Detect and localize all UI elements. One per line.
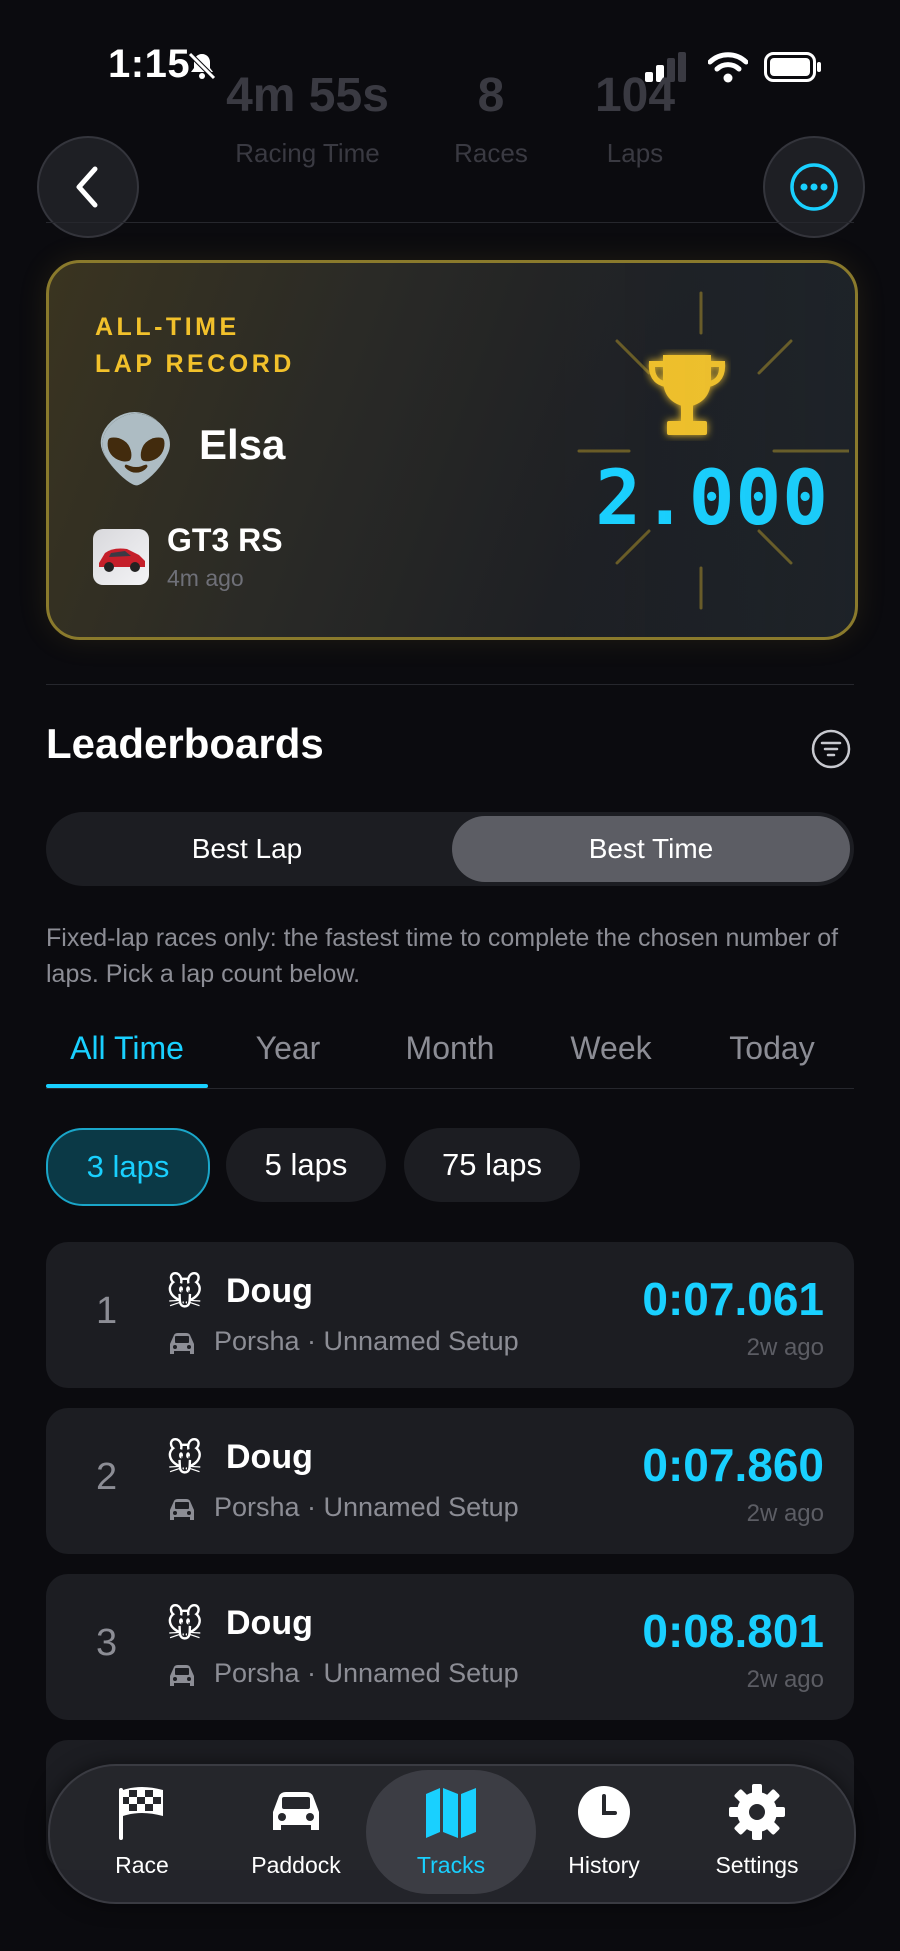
driver-avatar: 🐭	[166, 1272, 204, 1313]
car-thumbnail	[93, 529, 149, 585]
chip-3-laps[interactable]: 3 laps	[46, 1128, 210, 1206]
tab-week[interactable]: Week	[546, 1030, 676, 1067]
chip-75-laps[interactable]: 75 laps	[404, 1128, 580, 1202]
stat-races: 8 Races	[441, 68, 541, 169]
row-rank: 2	[96, 1456, 118, 1498]
filter-icon[interactable]	[811, 729, 851, 769]
leaderboard-row[interactable]: 3 🐭 Doug Porsha · Unnamed Setup 0:08.801…	[46, 1574, 854, 1720]
tab-today[interactable]: Today	[700, 1030, 844, 1067]
sunburst-decoration	[577, 291, 849, 610]
row-time: 0:07.860	[642, 1439, 824, 1491]
status-time: 1:15	[108, 42, 191, 86]
header-divider	[46, 222, 854, 223]
row-time-ago: 2w ago	[746, 1500, 824, 1527]
stat-value: 104	[594, 69, 676, 122]
car-icon	[170, 1499, 194, 1520]
driver-avatar: 🐭	[166, 1604, 204, 1645]
leaderboard-row[interactable]: 1 🐭 Doug Porsha · Unnamed Setup 0:07.061…	[46, 1242, 854, 1388]
nav-paddock[interactable]: Paddock	[221, 1782, 371, 1879]
gear-icon	[729, 1784, 785, 1840]
nav-label: Paddock	[251, 1852, 341, 1878]
nav-label: Race	[115, 1852, 169, 1878]
nav-history[interactable]: History	[529, 1782, 679, 1879]
checkered-flag-icon	[119, 1787, 163, 1840]
row-time: 0:07.061	[642, 1273, 824, 1325]
driver-avatar: 🐭	[166, 1438, 204, 1479]
leaderboard-description: Fixed-lap races only: the fastest time t…	[46, 924, 839, 988]
stat-racing-time: 4m 55s Racing Time	[200, 68, 415, 169]
lap-record-card[interactable]: ALL-TIME LAP RECORD 👽 Elsa GT3 RS 4m ago…	[46, 260, 858, 640]
battery-icon	[764, 52, 821, 82]
ellipsis-circle-icon	[790, 163, 838, 211]
row-time-ago: 2w ago	[746, 1666, 824, 1693]
stat-value: 4m 55s	[226, 69, 389, 122]
nav-label: History	[568, 1852, 640, 1878]
record-time-ago: 4m ago	[167, 565, 244, 591]
leaderboards-title: Leaderboards	[46, 720, 324, 767]
record-lap-time: 2.000	[595, 453, 829, 542]
nav-settings[interactable]: Settings	[682, 1782, 832, 1879]
chevron-left-icon	[76, 166, 98, 208]
record-car-name: GT3 RS	[167, 522, 283, 558]
nav-tracks[interactable]: Tracks	[376, 1782, 526, 1879]
row-rank: 3	[96, 1622, 118, 1664]
row-time: 0:08.801	[642, 1605, 824, 1657]
tab-all-time[interactable]: All Time	[46, 1030, 208, 1067]
segment-best-lap[interactable]: Best Lap	[50, 816, 444, 882]
record-driver-name: Elsa	[199, 421, 286, 468]
driver-avatar: 👽	[95, 412, 178, 486]
active-tab-indicator	[46, 1084, 208, 1088]
map-icon	[426, 1788, 476, 1838]
car-photo-icon	[99, 548, 145, 572]
row-car-setup: Porsha · Unnamed Setup	[214, 1492, 519, 1522]
record-label: ALL-TIME LAP RECORD	[95, 313, 295, 378]
section-divider	[46, 684, 854, 685]
tab-year[interactable]: Year	[222, 1030, 354, 1067]
row-rank: 1	[96, 1290, 118, 1332]
car-front-icon	[273, 1792, 319, 1830]
leaderboard-row[interactable]: 2 🐭 Doug Porsha · Unnamed Setup 0:07.860…	[46, 1408, 854, 1554]
car-icon	[170, 1333, 194, 1354]
nav-label: Settings	[715, 1852, 799, 1878]
row-time-ago: 2w ago	[746, 1334, 824, 1361]
clock-icon	[578, 1786, 630, 1838]
stat-label: Racing Time	[235, 138, 380, 168]
leaderboard-mode-segmented-control: Best Lap Best Time	[46, 812, 854, 886]
nav-label: Tracks	[416, 1852, 486, 1878]
row-driver-name: Doug	[226, 1272, 313, 1310]
stat-label: Races	[454, 138, 528, 168]
stat-label: Laps	[606, 138, 664, 168]
tabs-baseline	[46, 1088, 854, 1089]
trophy-icon	[648, 355, 726, 435]
tab-month[interactable]: Month	[380, 1030, 520, 1067]
stat-value: 8	[477, 69, 505, 122]
nav-race[interactable]: Race	[67, 1782, 217, 1879]
segment-best-time[interactable]: Best Time	[452, 816, 850, 882]
car-icon	[170, 1665, 194, 1686]
wifi-icon	[708, 52, 748, 83]
row-driver-name: Doug	[226, 1604, 313, 1642]
row-driver-name: Doug	[226, 1438, 313, 1476]
row-car-setup: Porsha · Unnamed Setup	[214, 1326, 519, 1356]
chip-5-laps[interactable]: 5 laps	[226, 1128, 386, 1202]
row-car-setup: Porsha · Unnamed Setup	[214, 1658, 519, 1688]
stat-laps: 104 Laps	[575, 68, 695, 169]
